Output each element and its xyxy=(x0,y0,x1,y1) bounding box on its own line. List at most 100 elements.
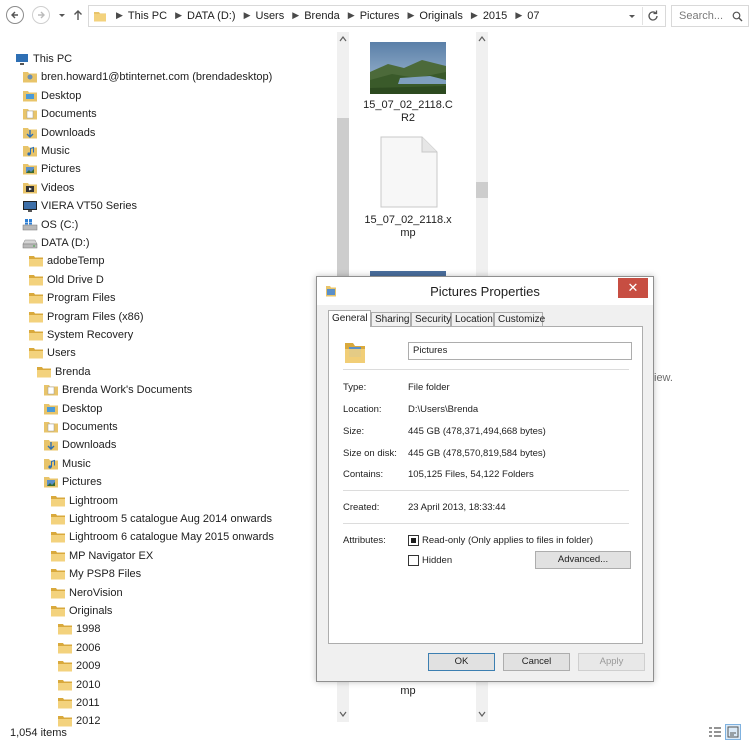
folder-icon xyxy=(51,496,65,507)
desktop-folder-icon xyxy=(23,91,37,102)
music-folder-icon xyxy=(23,146,37,157)
scroll-up-arrow-icon[interactable] xyxy=(337,33,349,45)
details-pane-text: iew. xyxy=(654,372,673,384)
tree-item-label: My PSP8 Files xyxy=(69,568,142,580)
search-input[interactable]: Search... xyxy=(679,10,723,22)
read-only-label[interactable]: Read-only (Only applies to files in fold… xyxy=(422,535,593,546)
downloads-folder-icon xyxy=(23,128,37,139)
folder-icon xyxy=(29,312,43,323)
forward-button[interactable] xyxy=(32,6,50,24)
breadcrumb-item[interactable]: 07 xyxy=(527,10,539,22)
tree-item-label: Brenda xyxy=(55,366,91,378)
tree-item-label: Users xyxy=(47,347,76,359)
folder-icon xyxy=(51,551,65,562)
tree-item-label: adobeTemp xyxy=(47,255,105,267)
tree-item-label: 2010 xyxy=(76,679,101,691)
attributes-label: Attributes: xyxy=(343,535,386,546)
properties-dialog: Pictures Properties ✕ General Sharing Se… xyxy=(316,276,654,682)
dialog-title: Pictures Properties xyxy=(430,284,540,299)
created-value: 23 April 2013, 18:33:44 xyxy=(408,502,506,513)
document-file-icon[interactable] xyxy=(380,136,438,208)
pc-icon xyxy=(16,54,28,65)
breadcrumb-item[interactable]: DATA (D:) xyxy=(187,10,235,22)
tab-general[interactable]: General xyxy=(328,310,371,327)
folder-icon xyxy=(37,367,51,378)
created-label: Created: xyxy=(343,502,380,513)
breadcrumb-item[interactable]: 2015 xyxy=(483,10,507,22)
location-label: Location: xyxy=(343,404,382,415)
tree-item-label: This PC xyxy=(33,53,73,65)
type-label: Type: xyxy=(343,382,367,393)
close-button[interactable]: ✕ xyxy=(618,278,648,298)
size-value: 445 GB (478,371,494,668 bytes) xyxy=(408,426,546,437)
apply-button[interactable]: Apply xyxy=(578,653,645,671)
tree-item-label: Pictures xyxy=(41,163,81,175)
back-button[interactable] xyxy=(6,6,24,24)
read-only-checkbox[interactable] xyxy=(408,535,419,546)
desktop-folder-icon xyxy=(44,404,58,415)
refresh-button[interactable] xyxy=(642,7,663,25)
tree-item-label: Desktop xyxy=(62,403,103,415)
tab-location[interactable]: Location xyxy=(451,312,494,326)
location-value: D:\Users\Brenda xyxy=(408,404,479,415)
tab-sharing[interactable]: Sharing xyxy=(371,312,411,326)
file-name[interactable]: 15_07_02_2118.xmp xyxy=(363,214,453,240)
tree-item-label: Old Drive D xyxy=(47,274,104,286)
scrollbar-thumb[interactable] xyxy=(337,118,349,278)
breadcrumb-item[interactable]: Users xyxy=(256,10,285,22)
scroll-up-arrow-icon[interactable] xyxy=(476,33,488,45)
documents-folder-icon xyxy=(23,109,37,120)
breadcrumb-item[interactable]: Originals xyxy=(419,10,462,22)
tree-item-label: Lightroom 5 catalogue Aug 2014 onwards xyxy=(69,513,273,525)
scroll-down-arrow-icon[interactable] xyxy=(337,708,349,720)
folder-icon xyxy=(29,330,43,341)
file-name[interactable]: mp xyxy=(363,685,453,698)
up-button[interactable] xyxy=(72,8,84,22)
tab-customize[interactable]: Customize xyxy=(494,312,545,326)
folder-name-input[interactable]: Pictures xyxy=(408,342,632,360)
ok-button[interactable]: OK xyxy=(428,653,495,671)
breadcrumb-item[interactable]: Pictures xyxy=(360,10,400,22)
advanced-button[interactable]: Advanced... xyxy=(535,551,631,569)
tree-item-label: VIERA VT50 Series xyxy=(41,200,137,212)
folder-icon xyxy=(58,661,72,672)
tree-item-label: bren.howard1@btinternet.com (brendadeskt… xyxy=(41,71,273,83)
tree-item-label: NeroVision xyxy=(69,587,123,599)
pictures-folder-icon xyxy=(345,343,365,363)
address-history-button[interactable] xyxy=(625,8,639,24)
tree-item-label: Brenda Work's Documents xyxy=(62,384,193,396)
breadcrumb-item[interactable]: Brenda xyxy=(304,10,339,22)
details-view-button[interactable] xyxy=(707,724,723,740)
tree-item-label: 2011 xyxy=(76,697,100,709)
folder-icon xyxy=(94,12,106,22)
tree-item-label: 2012 xyxy=(76,715,101,727)
tree-item-label: 2006 xyxy=(76,642,101,654)
videos-folder-icon xyxy=(23,183,37,194)
tree-item-label: Videos xyxy=(41,182,75,194)
dialog-title-bar[interactable]: Pictures Properties ✕ xyxy=(317,277,653,305)
folder-icon xyxy=(58,698,72,709)
folder-icon xyxy=(29,275,43,286)
cancel-button[interactable]: Cancel xyxy=(503,653,570,671)
large-icons-view-button[interactable] xyxy=(725,724,741,740)
contains-value: 105,125 Files, 54,122 Folders xyxy=(408,469,534,480)
tab-security[interactable]: Security xyxy=(411,312,451,326)
search-box[interactable]: Search... xyxy=(671,5,749,27)
arrow-left-icon xyxy=(11,11,18,19)
user-folder-icon xyxy=(23,72,37,83)
address-bar[interactable]: ▶ This PC ▶ DATA (D:) ▶ Users ▶ Brenda ▶ Pict… xyxy=(88,5,666,27)
hidden-checkbox[interactable] xyxy=(408,555,419,566)
tree-item-label: Documents xyxy=(41,108,97,120)
folder-icon xyxy=(58,643,72,654)
details-view-icon xyxy=(709,727,721,737)
tree-item-label: Program Files (x86) xyxy=(47,311,144,323)
scrollbar-thumb[interactable] xyxy=(476,182,488,198)
arrow-right-icon xyxy=(38,11,45,19)
file-name[interactable]: 15_07_02_2118.CR2 xyxy=(363,99,453,125)
photo-thumbnail-icon[interactable] xyxy=(370,42,446,94)
hidden-label[interactable]: Hidden xyxy=(422,555,452,566)
recent-locations-button[interactable] xyxy=(56,8,68,22)
folder-icon xyxy=(29,256,43,267)
scroll-down-arrow-icon[interactable] xyxy=(476,708,488,720)
breadcrumb-item[interactable]: This PC xyxy=(128,10,167,22)
